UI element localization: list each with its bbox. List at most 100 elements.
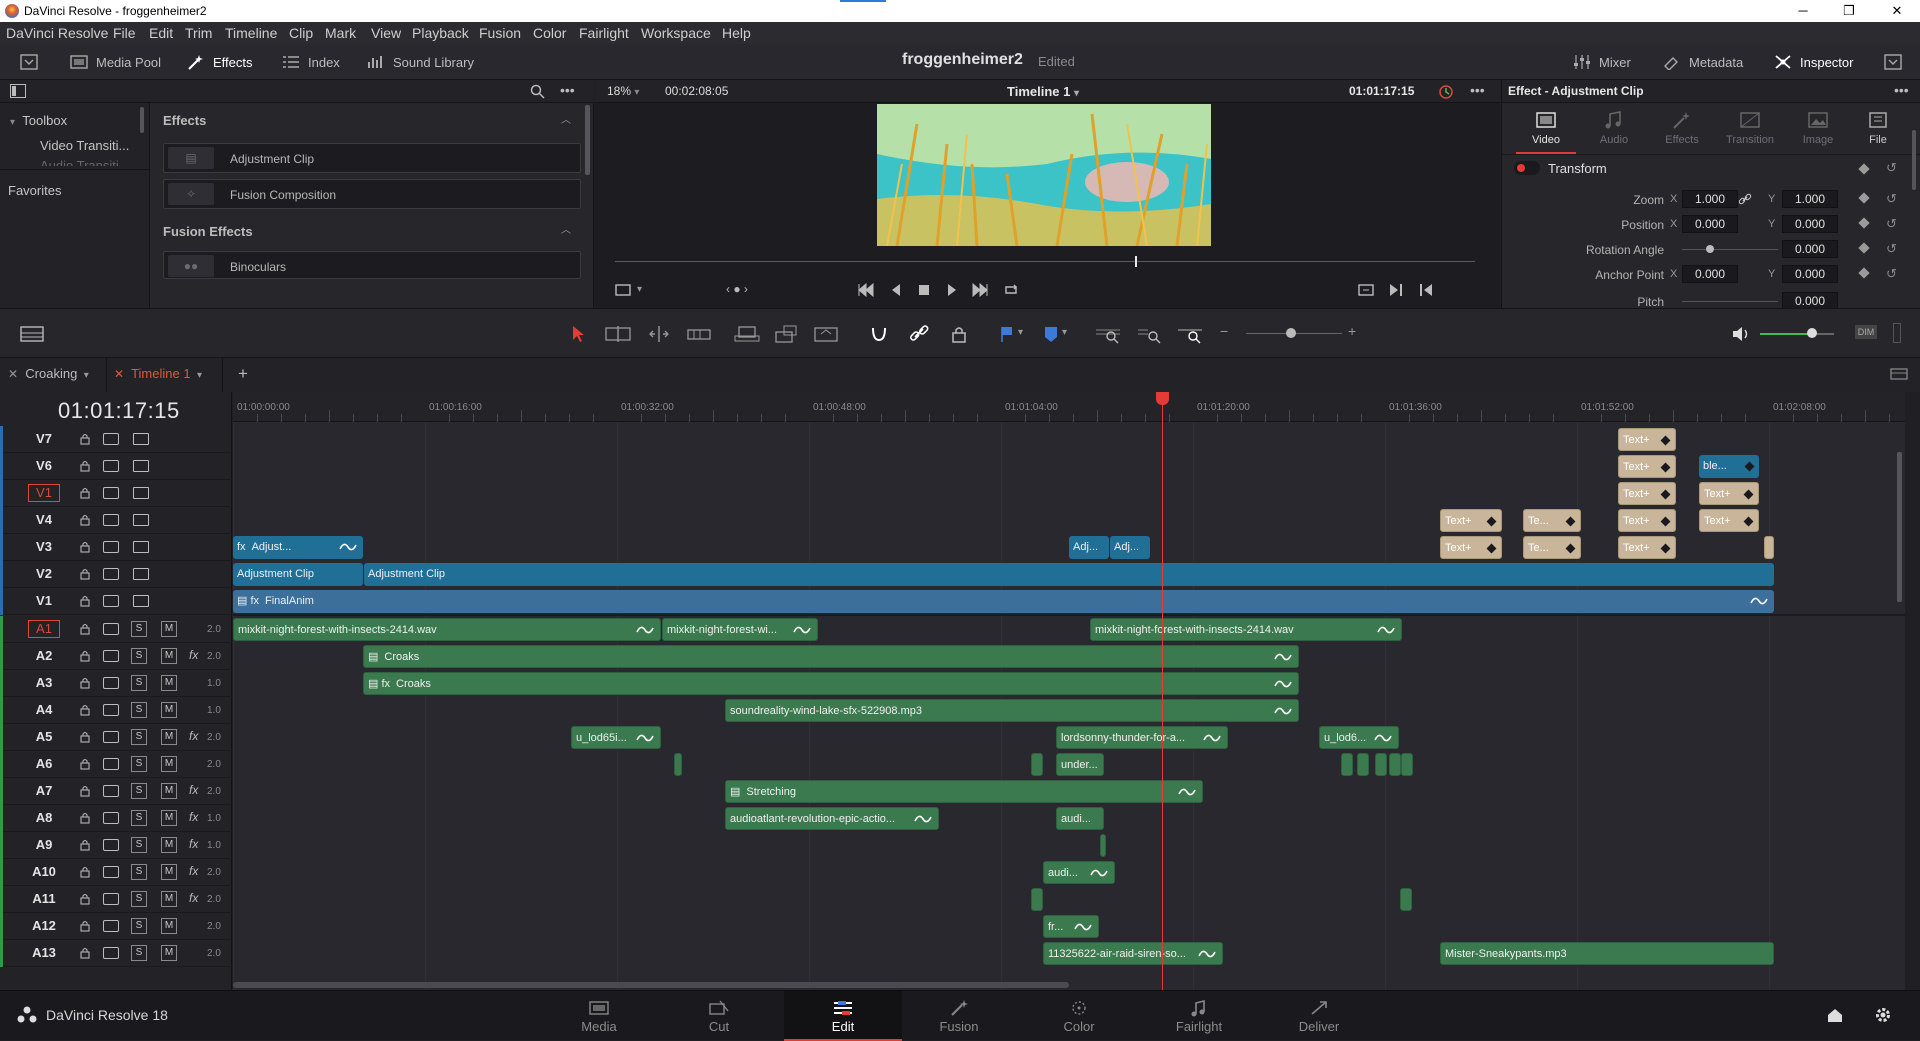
clock-sync-icon[interactable] — [1438, 84, 1454, 100]
menu-davinci-resolve[interactable]: DaVinci Resolve — [6, 25, 108, 41]
fx-indicator[interactable]: fx — [189, 648, 198, 662]
audio-track-header[interactable]: A10 S Mfx 2.0 — [0, 859, 232, 886]
adjustment-clip[interactable]: Adj... — [1110, 536, 1150, 559]
transform-toggle[interactable] — [1514, 161, 1540, 175]
track-visibility-icon[interactable] — [133, 568, 149, 580]
menu-view[interactable]: View — [371, 25, 401, 41]
zoom-select[interactable]: 18% ▾ — [607, 84, 639, 98]
track-name[interactable]: A8 — [28, 810, 60, 825]
inspector-tab-image[interactable]: Image — [1788, 110, 1848, 146]
lock-icon[interactable] — [80, 514, 90, 526]
audio-track-header[interactable]: A9 S Mfx 1.0 — [0, 832, 232, 859]
page-tab-color[interactable]: Color — [1024, 991, 1134, 1041]
menu-playback[interactable]: Playback — [412, 25, 469, 41]
stop-icon[interactable] — [915, 282, 933, 298]
effect-fusion-composition[interactable]: ✧ Fusion Composition — [163, 179, 581, 209]
flag-icon[interactable] — [996, 324, 1018, 344]
fx-indicator[interactable]: fx — [189, 729, 198, 743]
tree-toolbox[interactable]: ▾ Toolbox — [10, 113, 67, 128]
auto-select-icon[interactable] — [103, 541, 119, 553]
audio-clip[interactable] — [1357, 753, 1369, 776]
auto-select-icon[interactable] — [103, 839, 119, 851]
blade-tool-icon[interactable] — [686, 324, 712, 344]
tab-croaking[interactable]: ✕ Croaking ▾ — [8, 366, 89, 384]
audio-clip[interactable] — [674, 753, 682, 776]
mute-button[interactable]: M — [161, 891, 177, 907]
home-icon[interactable] — [1826, 1007, 1844, 1023]
menu-color[interactable]: Color — [533, 25, 566, 41]
menu-mark[interactable]: Mark — [325, 25, 356, 41]
pitch-slider[interactable] — [1682, 301, 1778, 302]
trim-edit-icon[interactable] — [604, 324, 632, 344]
search-icon[interactable] — [530, 84, 545, 99]
auto-select-icon[interactable] — [103, 677, 119, 689]
auto-select-icon[interactable] — [103, 568, 119, 580]
text-clip[interactable] — [1764, 536, 1774, 559]
solo-button[interactable]: S — [131, 918, 147, 934]
maximize-button[interactable]: ❐ — [1826, 0, 1872, 22]
lock-icon[interactable] — [80, 866, 90, 878]
audio-clip[interactable]: mixkit-night-forest-wi... — [662, 618, 818, 641]
inspector-tab-file[interactable]: File — [1848, 110, 1908, 146]
text-clip[interactable]: Text+ — [1618, 428, 1676, 451]
audio-clip[interactable]: under... — [1056, 753, 1104, 776]
keyframe-icon[interactable] — [1858, 267, 1870, 279]
lock-icon[interactable] — [80, 460, 90, 472]
minimize-button[interactable]: ─ — [1780, 0, 1826, 22]
text-clip[interactable]: Text+ — [1699, 509, 1759, 532]
lock-icon[interactable] — [80, 568, 90, 580]
track-name[interactable]: V2 — [28, 566, 60, 581]
add-tab-icon[interactable]: + — [238, 364, 248, 384]
video-track-header[interactable]: V7 — [0, 426, 232, 453]
anchor-x-field[interactable]: 0.000 — [1682, 265, 1738, 283]
inspector-tab-video[interactable]: Video — [1516, 110, 1576, 154]
inspector-scrollbar[interactable] — [1912, 130, 1916, 190]
reset-icon[interactable]: ↺ — [1886, 160, 1897, 176]
audio-clip[interactable] — [1375, 753, 1387, 776]
auto-select-icon[interactable] — [103, 595, 119, 607]
auto-select-icon[interactable] — [103, 514, 119, 526]
mute-button[interactable]: M — [161, 648, 177, 664]
adjustment-clip[interactable]: fx Adjust... — [233, 536, 363, 559]
playhead-line[interactable] — [1162, 392, 1163, 990]
tree-video-transitions[interactable]: Video Transiti... — [40, 138, 129, 153]
audio-clip[interactable]: u_lod65i... — [571, 726, 661, 749]
go-to-start-icon[interactable] — [857, 282, 875, 298]
track-name[interactable]: A2 — [28, 648, 60, 663]
adjustment-clip[interactable]: Adjustment Clip — [364, 563, 1774, 586]
overwrite-clip-icon[interactable] — [772, 324, 800, 344]
text-clip[interactable]: Te... — [1523, 509, 1581, 532]
track-name[interactable]: A6 — [28, 756, 60, 771]
audio-clip[interactable]: audi... — [1056, 807, 1104, 830]
audio-clip[interactable]: u_lod6... — [1319, 726, 1399, 749]
reset-icon[interactable]: ↺ — [1886, 241, 1897, 257]
tree-scrollbar[interactable] — [140, 107, 144, 133]
track-name[interactable]: A11 — [28, 891, 60, 906]
loop-icon[interactable] — [1002, 282, 1020, 298]
zoom-x-field[interactable]: 1.000 — [1682, 190, 1738, 208]
audio-clip[interactable]: Mister-Sneakypants.mp3 — [1440, 942, 1774, 965]
audio-clip[interactable]: 11325622-air-raid-siren-so... — [1043, 942, 1223, 965]
audio-clip[interactable]: lordsonny-thunder-for-a... — [1056, 726, 1228, 749]
safe-area-chevron-icon[interactable]: ▾ — [637, 284, 642, 295]
audio-track-header[interactable]: A11 S Mfx 2.0 — [0, 886, 232, 913]
timeline-vertical-scrollbar[interactable] — [1897, 452, 1902, 602]
viewer-scrub-bar[interactable] — [615, 261, 1475, 262]
auto-select-icon[interactable] — [103, 731, 119, 743]
fx-indicator[interactable]: fx — [189, 810, 198, 824]
timeline-select[interactable]: Timeline 1 ▾ — [1007, 84, 1079, 99]
auto-select-icon[interactable] — [103, 893, 119, 905]
audio-track-header[interactable]: A6 S M 2.0 — [0, 751, 232, 778]
track-name[interactable]: V7 — [28, 431, 60, 446]
audio-clip[interactable] — [1401, 753, 1413, 776]
inspector-tab-effects[interactable]: Effects — [1652, 110, 1712, 146]
next-edit-icon[interactable] — [1387, 282, 1405, 298]
zoom-y-field[interactable]: 1.000 — [1782, 190, 1838, 208]
menu-help[interactable]: Help — [722, 25, 751, 41]
track-name[interactable]: A4 — [28, 702, 60, 717]
auto-select-icon[interactable] — [103, 866, 119, 878]
track-name[interactable]: A5 — [28, 729, 60, 744]
lock-icon[interactable] — [80, 650, 90, 662]
page-tab-deliver[interactable]: Deliver — [1264, 991, 1374, 1041]
fx-indicator[interactable]: fx — [189, 837, 198, 851]
